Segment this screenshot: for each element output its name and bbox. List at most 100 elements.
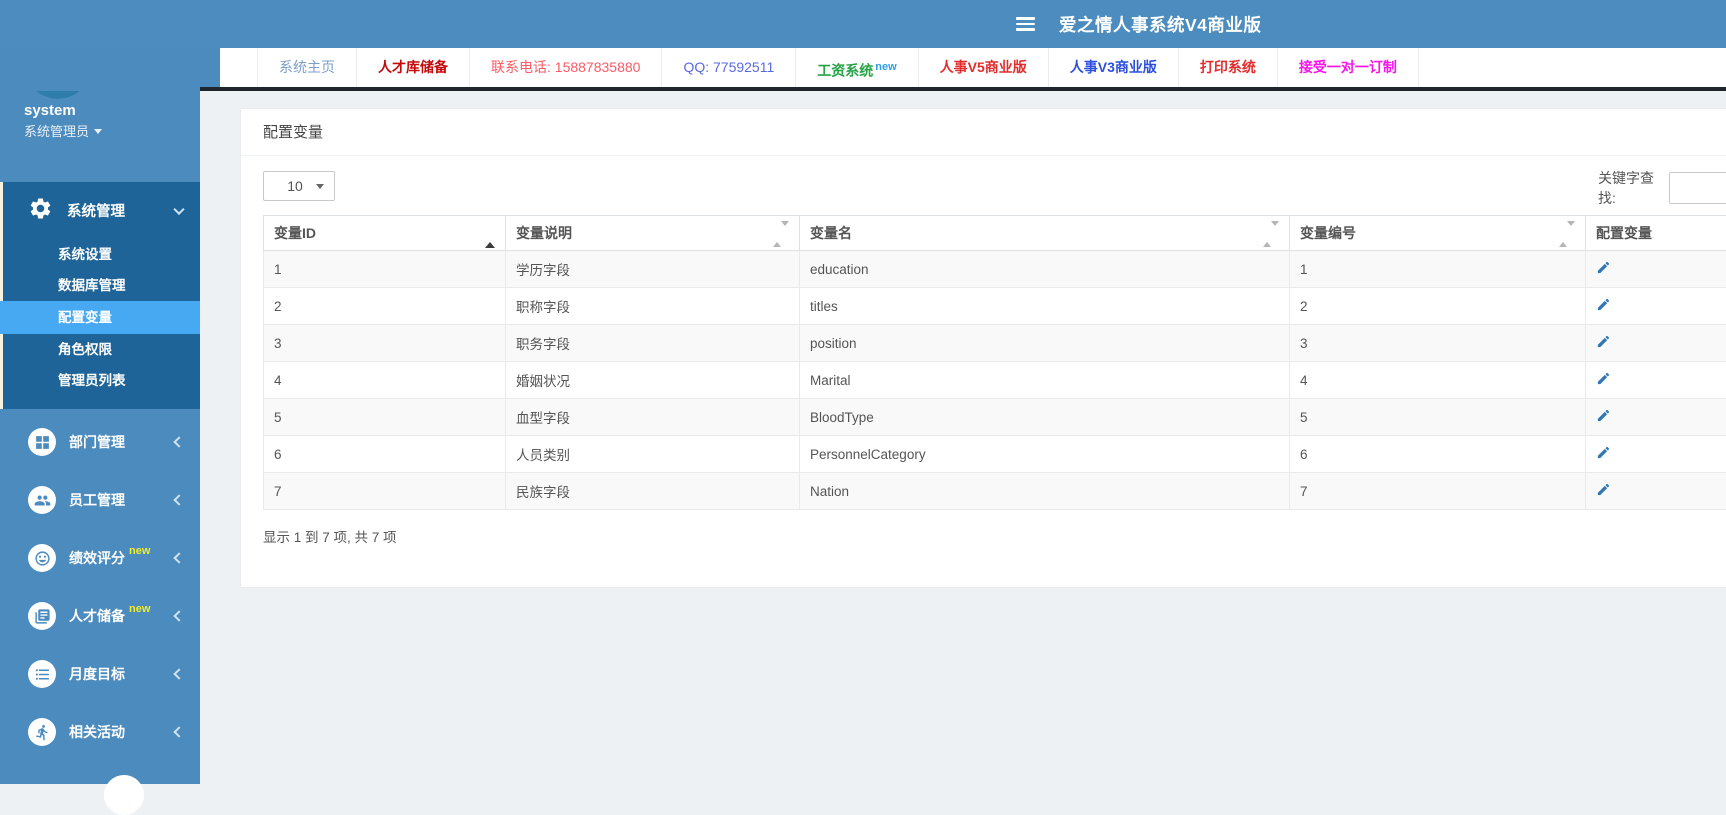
nav-tab-9[interactable]: 接受一对一订制 [1278,48,1419,87]
sidebar-item-部门管理[interactable]: 部门管理 [0,413,200,471]
chevron-left-icon [173,494,184,505]
sidebar-subitem-管理员列表[interactable]: 管理员列表 [3,365,200,396]
cell-variable-name: titles [800,288,1290,325]
cell-edit [1586,325,1726,362]
sidebar-subitem-数据库管理[interactable]: 数据库管理 [3,270,200,301]
new-badge: new [129,603,150,615]
sidebar-group-system: 系统管理 系统设置数据库管理配置变量角色权限管理员列表 [0,182,200,409]
cell-variable-id: 6 [264,436,506,473]
cell-variable-id: 1 [264,251,506,288]
nav-tab-bar: 系统主页人才库储备联系电话: 15887835880QQ: 77592511工资… [220,48,1726,87]
cell-variable-code: 7 [1290,473,1586,510]
topbar-group: 爱之情人事系统V4商业版 [1016,0,1261,48]
page-size-select[interactable]: 10 [263,171,335,201]
page-size-value: 10 [274,178,316,194]
cell-variable-desc: 学历字段 [506,251,800,288]
column-header-变量ID[interactable]: 变量ID [264,216,506,251]
table-row: 4婚姻状况Marital4 [264,362,1726,399]
nav-tab-6[interactable]: 人事V5商业版 [919,48,1049,87]
profile-role-label: 系统管理员 [24,124,89,139]
keyword-search-input[interactable] [1669,172,1726,204]
cell-edit [1586,436,1726,473]
column-header-变量说明[interactable]: 变量说明 [506,216,800,251]
table-toolbar: 10 关键字查找: [241,156,1726,215]
sidebar-menu: 系统管理 系统设置数据库管理配置变量角色权限管理员列表 部门管理员工管理绩效评分… [0,182,200,761]
config-variables-table: 变量ID变量说明变量名变量编号配置变量 1学历字段education12职称字段… [263,215,1726,510]
edit-pencil-icon[interactable] [1596,334,1611,349]
column-header-变量名[interactable]: 变量名 [800,216,1290,251]
sidebar-item-绩效评分[interactable]: 绩效评分new [0,529,200,587]
cell-variable-id: 5 [264,399,506,436]
edit-pencil-icon[interactable] [1596,297,1611,312]
cell-variable-desc: 血型字段 [506,399,800,436]
cell-variable-code: 1 [1290,251,1586,288]
nav-tab-8[interactable]: 打印系统 [1179,48,1278,87]
panel-title: 配置变量 [241,109,1726,156]
table-row: 5血型字段BloodType5 [264,399,1726,436]
cell-variable-code: 5 [1290,399,1586,436]
cell-edit [1586,399,1726,436]
hamburger-menu-icon[interactable] [1016,17,1035,31]
edit-pencil-icon[interactable] [1596,482,1611,497]
cell-edit [1586,473,1726,510]
sort-asc-icon [485,226,495,242]
table-info: 显示 1 到 7 项, 共 7 项 [263,526,1726,546]
profile-role-dropdown[interactable]: 系统管理员 [24,121,102,140]
cell-variable-name: BloodType [800,399,1290,436]
chevron-left-icon [173,726,184,737]
sidebar-item-label: 月度目标 [69,664,125,684]
column-header-变量编号[interactable]: 变量编号 [1290,216,1586,251]
people-icon [28,486,56,514]
sidebar-subitem-配置变量[interactable]: 配置变量 [0,301,200,334]
cell-variable-desc: 婚姻状况 [506,362,800,399]
sidebar-item-相关活动[interactable]: 相关活动 [0,703,200,761]
sidebar-item-月度目标[interactable]: 月度目标 [0,645,200,703]
cell-edit [1586,251,1726,288]
edit-pencil-icon[interactable] [1596,408,1611,423]
cell-variable-name: position [800,325,1290,362]
column-header-label: 变量说明 [516,225,572,241]
cell-variable-desc: 职务字段 [506,325,800,362]
nav-tab-2[interactable]: 人才库储备 [357,48,470,87]
cell-variable-id: 7 [264,473,506,510]
nav-tab-1[interactable]: 系统主页 [258,48,357,87]
nav-tab-5[interactable]: 工资系统new [796,48,918,87]
nav-tab-3[interactable]: 联系电话: 15887835880 [470,48,662,87]
app-title: 爱之情人事系统V4商业版 [1059,12,1261,37]
cell-variable-desc: 民族字段 [506,473,800,510]
search-label: 关键字查找: [1598,168,1659,208]
sidebar-item-label: 员工管理 [69,490,125,510]
sidebar-subitem-角色权限[interactable]: 角色权限 [3,334,200,365]
sidebar-item-员工管理[interactable]: 员工管理 [0,471,200,529]
sidebar-item-system-management[interactable]: 系统管理 [3,182,200,239]
edit-pencil-icon[interactable] [1596,445,1611,460]
books-icon [28,602,56,630]
table-header-row: 变量ID变量说明变量名变量编号配置变量 [264,216,1726,251]
sidebar-subitem-系统设置[interactable]: 系统设置 [3,239,200,270]
sidebar-group-label: 系统管理 [67,200,125,221]
column-header-label: 变量名 [810,225,852,241]
sidebar-item-label: 人才储备 [69,606,125,626]
cell-variable-id: 3 [264,325,506,362]
list-icon [28,660,56,688]
cell-variable-name: PersonnelCategory [800,436,1290,473]
chevron-left-icon [173,668,184,679]
cell-variable-name: Nation [800,473,1290,510]
nav-spacer [220,48,258,87]
sort-both-icon [1263,226,1279,242]
sidebar-item-人才储备[interactable]: 人才储备 new [0,587,200,645]
table-row: 6人员类别PersonnelCategory6 [264,436,1726,473]
nav-tab-4[interactable]: QQ: 77592511 [662,48,796,87]
sidebar-item-label: 绩效评分 [69,548,125,568]
edit-pencil-icon[interactable] [1596,371,1611,386]
profile-username: system [24,102,76,119]
table-row: 1学历字段education1 [264,251,1726,288]
table-row: 7民族字段Nation7 [264,473,1726,510]
smiley-icon [28,544,56,572]
cell-variable-id: 2 [264,288,506,325]
sidebar-item-label: 部门管理 [69,432,125,452]
chevron-left-icon [173,436,184,447]
edit-pencil-icon[interactable] [1596,260,1611,275]
nav-tab-7[interactable]: 人事V3商业版 [1049,48,1179,87]
sort-both-icon [1559,226,1575,242]
